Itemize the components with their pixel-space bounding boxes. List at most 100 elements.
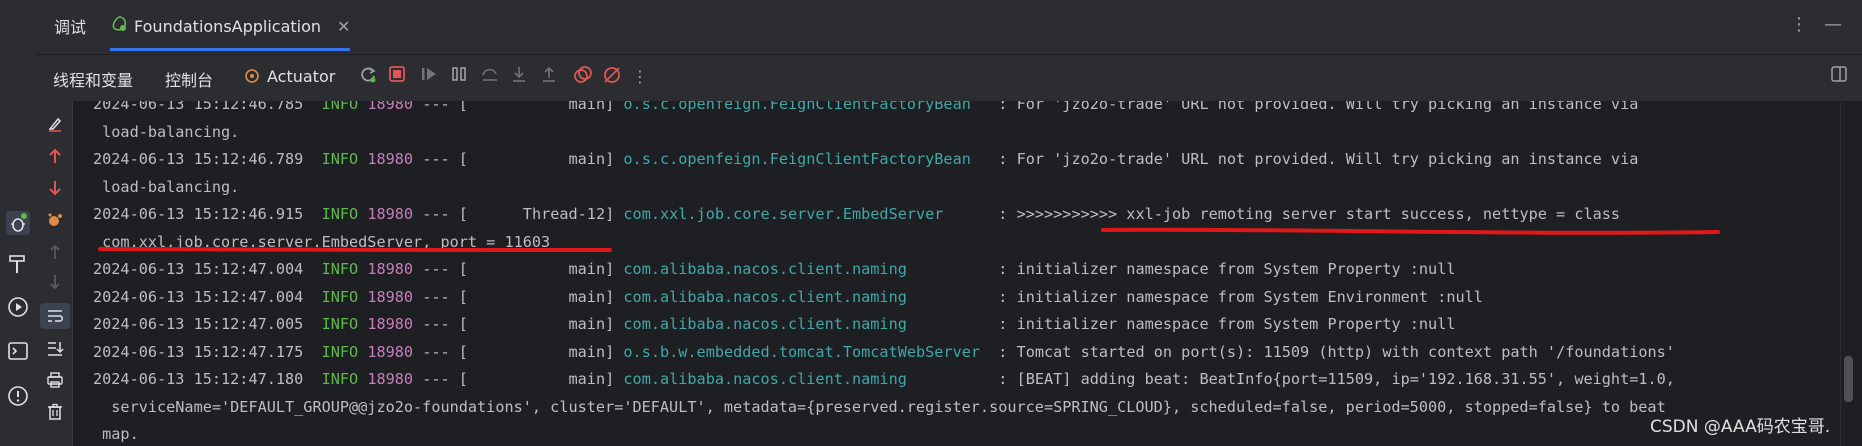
exception-breakpoint-icon[interactable] xyxy=(44,211,66,234)
trash-icon[interactable] xyxy=(44,403,66,426)
log-text: load-balancing. xyxy=(93,177,240,196)
log-separator: --- [ xyxy=(413,101,468,113)
log-text: serviceName='DEFAULT_GROUP@@jzo2o-founda… xyxy=(93,397,1666,416)
console-output[interactable]: 2024-06-13 15:12:46.785 INFO 18980 --- [… xyxy=(73,101,1840,446)
log-level: INFO xyxy=(321,205,359,223)
log-level: INFO xyxy=(321,260,359,278)
more-toolbar-icon[interactable]: ⋮ xyxy=(632,67,648,86)
log-pid: 18980 xyxy=(367,101,414,113)
log-line: 2024-06-13 15:12:47.004 INFO 18980 --- [… xyxy=(93,256,1455,283)
problems-icon[interactable] xyxy=(5,385,31,412)
log-message: : Tomcat started on port(s): 11509 (http… xyxy=(980,342,1675,361)
stop-icon[interactable] xyxy=(388,65,406,88)
services-icon[interactable] xyxy=(5,296,31,323)
scroll-down-icon[interactable] xyxy=(44,273,66,296)
log-line: 2024-06-13 15:12:47.004 INFO 18980 --- [… xyxy=(93,284,1483,311)
log-logger: com.xxl.job.core.server.EmbedServer xyxy=(623,205,944,223)
layout-settings-icon[interactable] xyxy=(1830,65,1848,88)
scroll-to-end-icon[interactable] xyxy=(44,339,66,362)
tab-label: FoundationsApplication xyxy=(134,16,322,36)
log-continuation-line: load-balancing. xyxy=(93,174,239,201)
debug-toolbar: 线程和变量 控制台 Actuator ⋮ xyxy=(36,54,1862,102)
log-message: : initializer namespace from System Envi… xyxy=(906,287,1483,306)
tab-console[interactable]: 控制台 xyxy=(165,67,213,91)
resume-icon[interactable] xyxy=(420,65,438,88)
log-thread: main] xyxy=(467,342,615,361)
log-continuation-line: map. xyxy=(93,421,139,446)
log-separator: --- [ xyxy=(413,205,468,223)
log-line: 2024-06-13 15:12:46.785 INFO 18980 --- [… xyxy=(93,101,1638,118)
more-options-icon[interactable]: ⋮ xyxy=(1790,14,1808,35)
log-thread: main] xyxy=(467,370,615,388)
log-logger: com.alibaba.nacos.client.naming xyxy=(623,287,907,306)
log-pid: 18980 xyxy=(367,315,414,333)
hammer-icon[interactable] xyxy=(5,253,31,280)
log-continuation-line: com.xxl.job.core.server.EmbedServer, por… xyxy=(93,229,550,256)
pause-icon[interactable] xyxy=(450,65,468,88)
log-separator: --- [ xyxy=(413,370,468,388)
log-logger: o.s.c.openfeign.FeignClientFactoryBean xyxy=(623,101,971,113)
scrollbar-thumb[interactable] xyxy=(1844,356,1853,402)
tab-actuator[interactable]: Actuator xyxy=(267,67,335,86)
log-text: com.xxl.job.core.server.EmbedServer, por… xyxy=(93,232,551,251)
scroll-up-icon[interactable] xyxy=(44,243,66,266)
tool-window-header: 调试 FoundationsApplication ✕ ⋮ — xyxy=(0,0,1862,53)
log-pid: 18980 xyxy=(367,205,414,223)
log-timestamp: 2024-06-13 15:12:47.180 xyxy=(93,370,304,388)
tab-foundations-application[interactable]: FoundationsApplication ✕ xyxy=(110,6,351,51)
step-out-icon[interactable] xyxy=(540,65,558,88)
log-text: map. xyxy=(93,425,139,443)
log-message: : For 'jzo2o-trade' URL not provided. Wi… xyxy=(970,101,1639,113)
log-level: INFO xyxy=(321,150,359,168)
log-logger: o.s.c.openfeign.FeignClientFactoryBean xyxy=(623,150,971,168)
log-separator: --- [ xyxy=(413,342,468,361)
active-tab-indicator xyxy=(110,48,351,51)
log-continuation-line: load-balancing. xyxy=(93,119,239,146)
log-thread: main] xyxy=(467,315,615,333)
log-thread: main] xyxy=(467,260,615,278)
tool-window-strip xyxy=(0,0,37,446)
log-separator: --- [ xyxy=(413,260,468,278)
rerun-icon[interactable] xyxy=(358,65,378,90)
mute-breakpoints-icon[interactable] xyxy=(602,65,622,90)
console-gutter xyxy=(36,101,73,446)
tab-threads-variables[interactable]: 线程和变量 xyxy=(53,67,133,91)
close-tab-icon[interactable]: ✕ xyxy=(337,17,350,36)
log-pid: 18980 xyxy=(367,342,414,361)
log-continuation-line: serviceName='DEFAULT_GROUP@@jzo2o-founda… xyxy=(93,394,1666,421)
log-logger: o.s.b.w.embedded.tomcat.TomcatWebServer xyxy=(623,342,981,361)
log-message: : >>>>>>>>>>> xxl-job remoting server st… xyxy=(943,205,1621,223)
soft-wrap-icon[interactable] xyxy=(40,303,70,329)
log-thread: main] xyxy=(467,101,615,113)
log-text: load-balancing. xyxy=(93,122,240,141)
step-over-icon[interactable] xyxy=(480,65,500,88)
spring-run-icon xyxy=(110,15,128,37)
log-level: INFO xyxy=(321,101,359,113)
up-arrow-icon[interactable] xyxy=(44,147,66,170)
log-pid: 18980 xyxy=(367,287,414,306)
log-timestamp: 2024-06-13 15:12:46.785 xyxy=(93,101,304,113)
log-timestamp: 2024-06-13 15:12:46.789 xyxy=(93,150,304,168)
csdn-watermark: CSDN @AAA码农宝哥. xyxy=(1650,417,1831,437)
log-separator: --- [ xyxy=(413,150,468,168)
debug-icon[interactable] xyxy=(5,210,31,241)
down-arrow-icon[interactable] xyxy=(44,179,66,202)
log-timestamp: 2024-06-13 15:12:47.004 xyxy=(93,260,304,278)
minimize-icon[interactable]: — xyxy=(1824,14,1842,35)
clear-icon[interactable] xyxy=(44,115,66,138)
log-level: INFO xyxy=(321,370,359,388)
step-into-icon[interactable] xyxy=(510,65,528,88)
actuator-icon xyxy=(243,67,261,90)
view-breakpoints-icon[interactable] xyxy=(573,65,593,90)
log-level: INFO xyxy=(321,315,359,333)
log-pid: 18980 xyxy=(367,370,414,388)
log-logger: com.alibaba.nacos.client.naming xyxy=(623,370,907,388)
log-timestamp: 2024-06-13 15:12:47.175 xyxy=(93,342,304,361)
terminal-icon[interactable] xyxy=(5,340,31,367)
log-line: 2024-06-13 15:12:46.789 INFO 18980 --- [… xyxy=(93,146,1638,173)
log-thread: main] xyxy=(467,150,615,168)
log-line: 2024-06-13 15:12:46.915 INFO 18980 --- [… xyxy=(93,201,1620,228)
print-icon[interactable] xyxy=(44,371,66,394)
log-message: : For 'jzo2o-trade' URL not provided. Wi… xyxy=(970,150,1639,168)
log-logger: com.alibaba.nacos.client.naming xyxy=(623,315,907,333)
